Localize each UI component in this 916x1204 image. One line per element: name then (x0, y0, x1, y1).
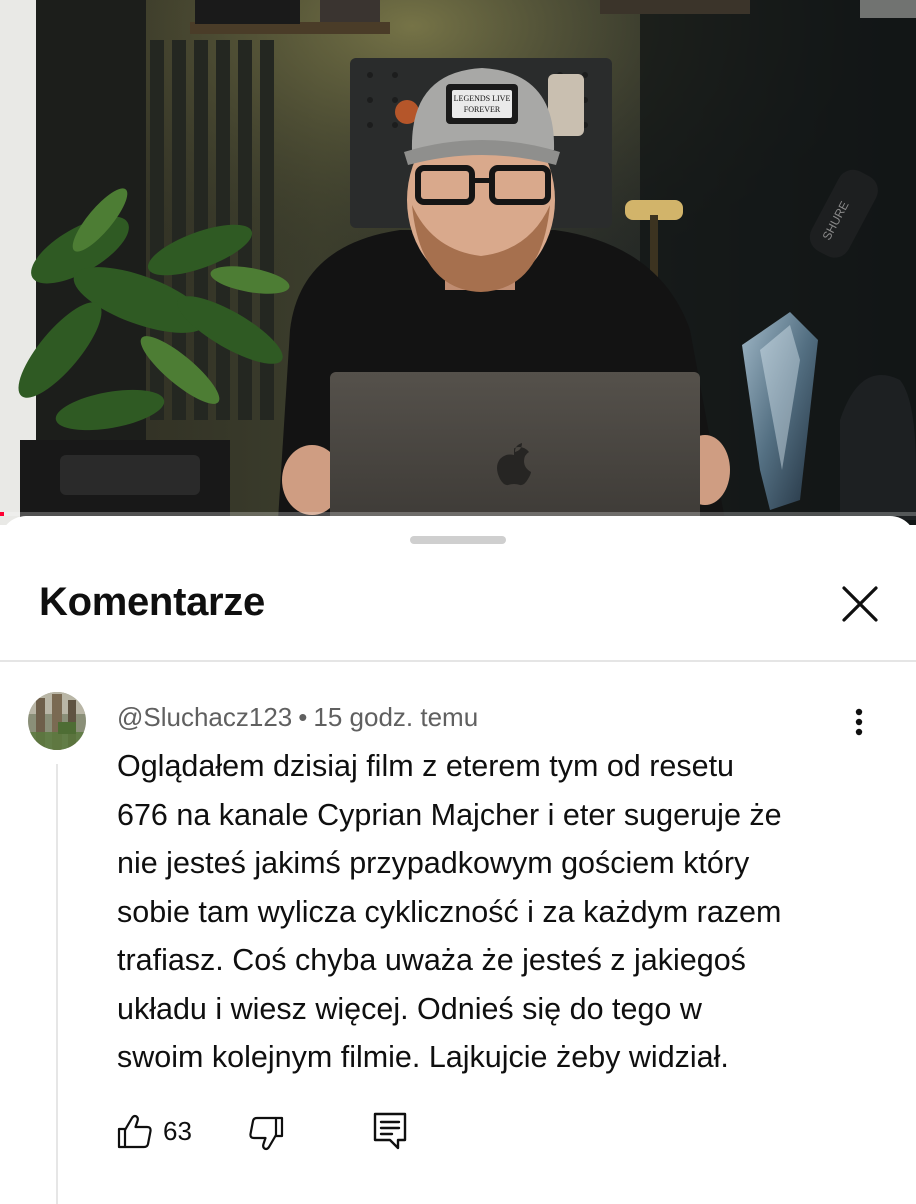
cap-text-line1: LEGENDS LIVE (454, 94, 511, 103)
thread-line (56, 764, 58, 1204)
thumbs-up-icon (117, 1114, 152, 1149)
video-progress-fill (0, 512, 4, 516)
more-options-button[interactable] (843, 702, 875, 742)
reply-button[interactable] (370, 1110, 410, 1152)
comment-author[interactable]: @Sluchacz123 (117, 702, 292, 732)
comments-title: Komentarze (39, 580, 265, 624)
cap-text-line2: FOREVER (464, 105, 501, 114)
comment-line: swoim kolejnym filmie. Lajkujcie żeby wi… (117, 1040, 729, 1074)
drag-handle[interactable] (410, 536, 506, 544)
thumbs-down-icon (249, 1116, 284, 1151)
comment-line: 676 na kanale Cyprian Majcher i eter sug… (117, 797, 782, 832)
like-count: 63 (163, 1116, 192, 1146)
comment-line: trafiasz. Coś chyba uważa że jesteś z ja… (117, 943, 746, 977)
video-player[interactable]: SHURE LEGENDS LIVE FOREVER (0, 0, 916, 525)
header-divider (0, 660, 916, 662)
avatar[interactable] (28, 692, 86, 750)
comment-meta: @Sluchacz123 • 15 godz. temu (117, 702, 478, 733)
more-vertical-icon (855, 708, 863, 736)
close-button[interactable] (836, 580, 884, 628)
comment-line: Oglądałem dzisiaj film z eterem tym od r… (117, 749, 734, 783)
comment-time: 15 godz. temu (313, 702, 479, 732)
reply-comment-icon (373, 1112, 407, 1150)
comment-line: układu i wiesz więcej. Odnieś się do teg… (117, 991, 702, 1026)
avatar-image (28, 692, 86, 750)
dislike-button[interactable] (246, 1112, 286, 1152)
comment-line: nie jesteś jakimś przypadkowym gościem k… (117, 846, 750, 880)
comment-line: sobie tam wylicza cykliczność i za każdy… (117, 894, 782, 929)
comment-text: Oglądałem dzisiaj film z eterem tym od r… (117, 742, 857, 1082)
close-icon (842, 586, 878, 622)
comments-sheet: Komentarze @Sluchacz123 • 15 godz. temu Og… (0, 516, 916, 1204)
like-button[interactable] (115, 1112, 155, 1152)
video-frame: SHURE LEGENDS LIVE FOREVER (0, 0, 916, 525)
meta-separator: • (298, 702, 308, 732)
